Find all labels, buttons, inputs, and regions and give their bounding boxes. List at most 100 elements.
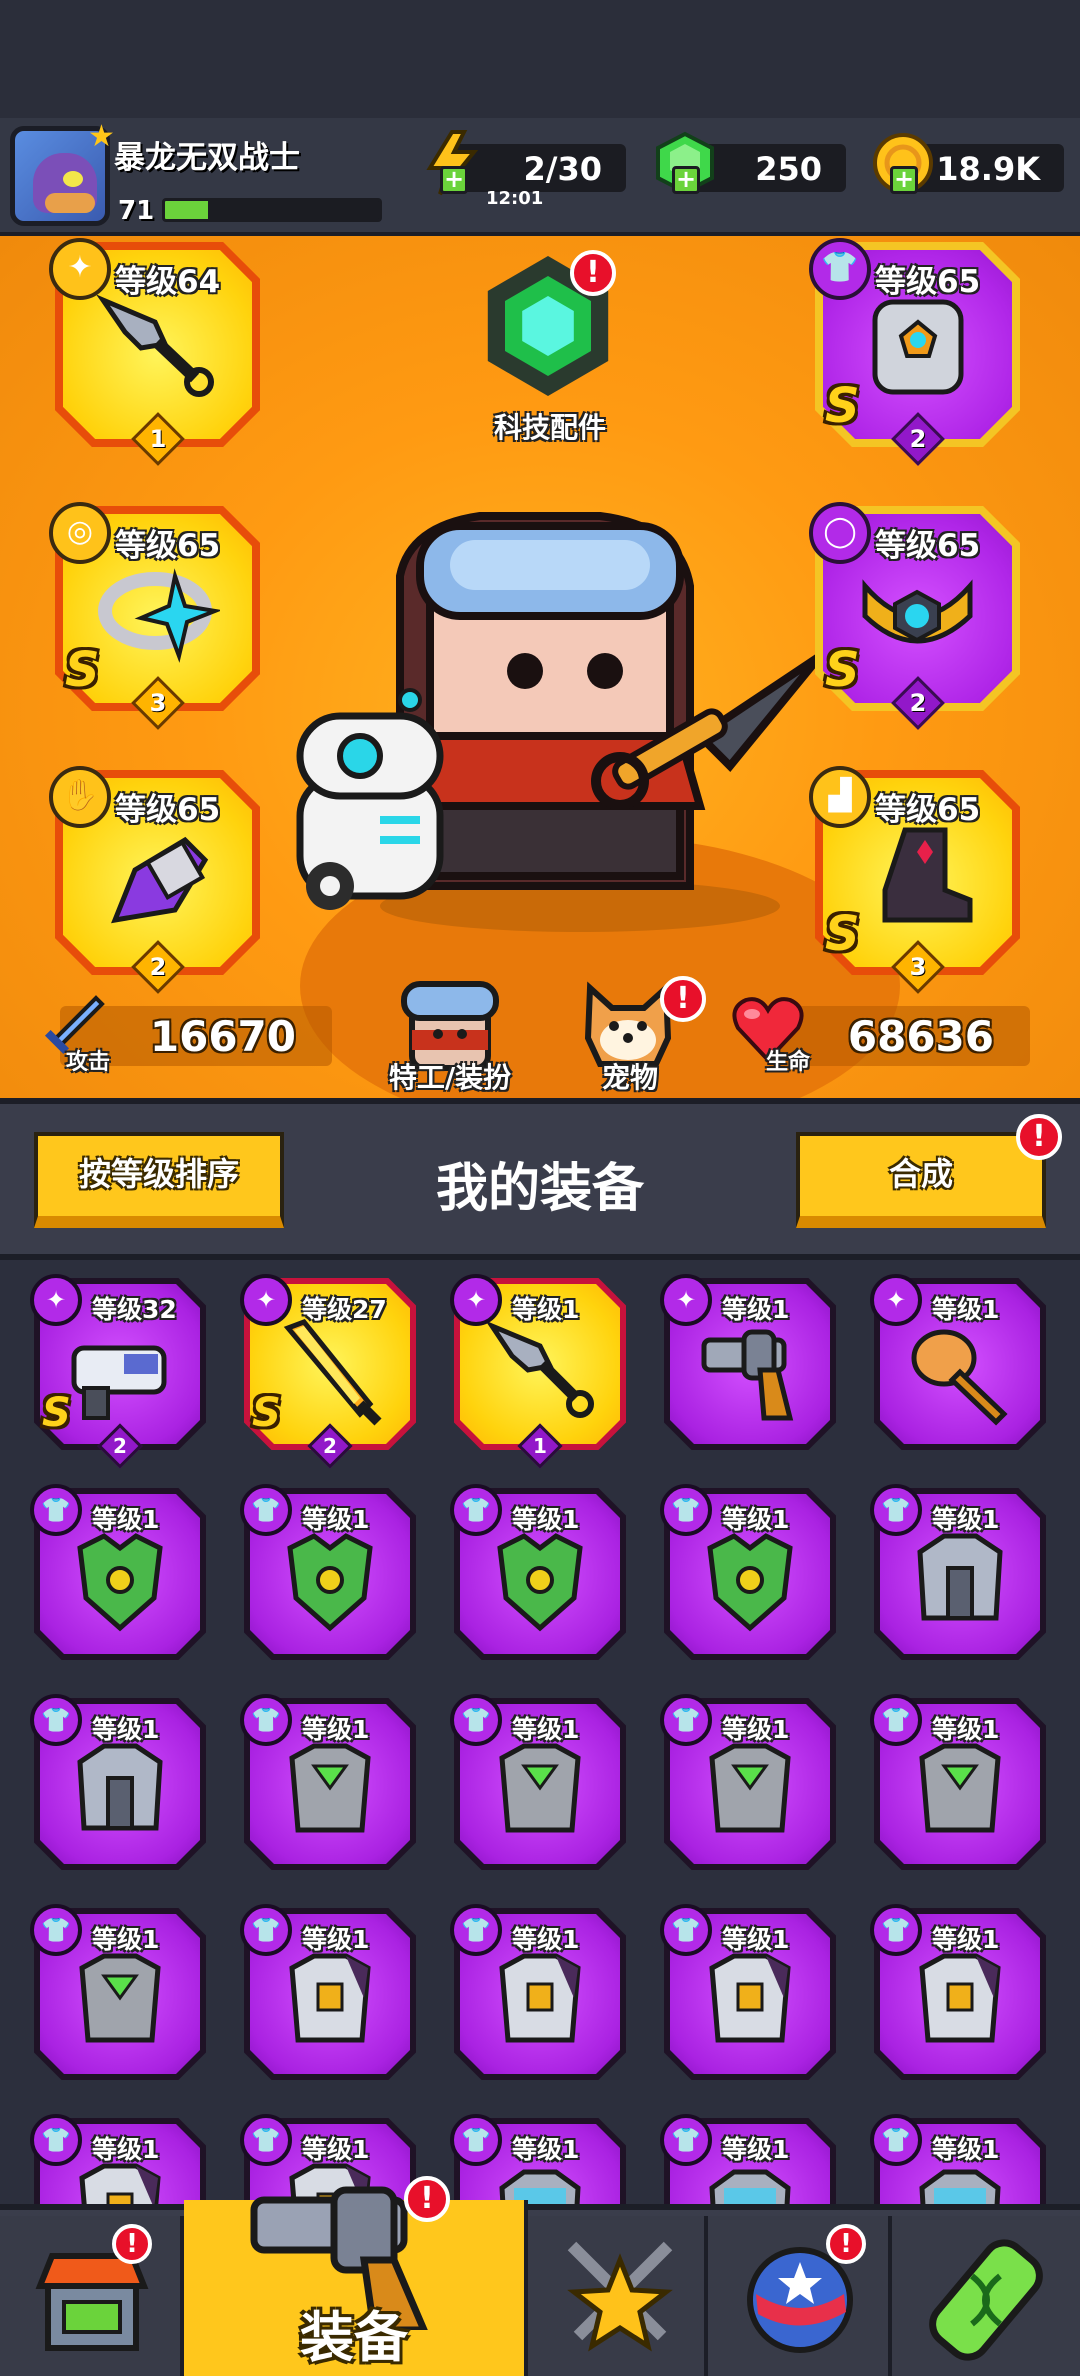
plate-armor-icon xyxy=(499,1953,581,2043)
inventory-item-level: 等级1 xyxy=(512,1925,580,1954)
equipped-ring-level: 等级65 xyxy=(115,528,221,564)
pet-label: 宠物 xyxy=(601,1061,658,1094)
coins-value: 18.9K xyxy=(936,150,1040,188)
inventory-grid: ✦ 等级32 S 2 ✦ 等级27 S 2 ✦ 等级1 1 ✦ 等级1 ✦ 等级1 👕 等级1 👕 等级1 👕 等级1 👕… xyxy=(0,1260,1080,2204)
energy-counter[interactable]: + 2/30 xyxy=(426,130,626,196)
hero-stage: ! 科技配件 ✦ 等级64 1 ◎ 等级65 S 3 ✋ 等级65 2 👕 等级… xyxy=(0,236,1080,1098)
sort-by-level-button[interactable]: 按等级排序 xyxy=(34,1132,284,1228)
inventory-item-level: 等级1 xyxy=(512,1505,580,1534)
xp-bar xyxy=(162,198,382,222)
robot-companion xyxy=(296,688,444,910)
gray-armor-icon xyxy=(499,1743,581,1833)
inventory-item-rarity: S xyxy=(42,1390,71,1436)
inventory-item[interactable]: ✦ 等级27 S 2 xyxy=(240,1274,416,1469)
inventory-item[interactable]: 👕 等级1 xyxy=(30,1694,206,1870)
inventory-item[interactable]: 👕 等级1 xyxy=(660,1904,836,2080)
armor-type-icon: 👕 xyxy=(660,1484,712,1536)
inventory-item-level: 等级1 xyxy=(722,2135,790,2164)
merge-alert-icon: ! xyxy=(1016,1114,1062,1160)
inventory-item-level: 等级32 xyxy=(92,1295,177,1324)
inventory-item-level: 等级1 xyxy=(92,1925,160,1954)
equipped-boots-rarity: S xyxy=(825,906,860,962)
inventory-item[interactable]: 👕 等级1 xyxy=(30,2114,206,2204)
inventory-item[interactable]: 👕 等级1 xyxy=(30,1484,206,1660)
armor-type-icon: 👕 xyxy=(660,1694,712,1746)
add-gems-icon[interactable]: + xyxy=(672,166,700,194)
add-coins-icon[interactable]: + xyxy=(890,166,918,194)
armor-type-icon: 👕 xyxy=(809,238,871,300)
weapon-type-icon: ✦ xyxy=(450,1274,502,1326)
belt-type-icon: ◯ xyxy=(809,502,871,564)
battle-star-icon xyxy=(567,2241,673,2352)
boots-icon xyxy=(882,827,973,923)
inventory-item[interactable]: 👕 等级1 xyxy=(660,2114,836,2204)
inventory-item-level: 等级1 xyxy=(302,2135,370,2164)
inventory-item[interactable]: 👕 等级1 xyxy=(240,1694,416,1870)
armor-type-icon: 👕 xyxy=(30,1484,82,1536)
equipped-belt-slot[interactable]: ◯ 等级65 S 2 xyxy=(809,502,1020,730)
nav-tab-battle[interactable] xyxy=(528,2216,708,2376)
star-badge-icon: ★ xyxy=(88,119,115,154)
glove-type-icon: ✋ xyxy=(49,766,111,828)
status-bar xyxy=(0,0,1080,118)
inventory-item-level: 等级1 xyxy=(722,1925,790,1954)
inventory-item[interactable]: 👕 等级1 xyxy=(870,2114,1046,2204)
weapon-type-icon: ✦ xyxy=(240,1274,292,1326)
green-armor-icon xyxy=(287,1533,373,1632)
armor-type-icon: 👕 xyxy=(450,1904,502,1956)
equipped-glove-slot[interactable]: ✋ 等级65 2 xyxy=(49,766,260,994)
green-armor-icon xyxy=(707,1533,793,1632)
inventory-item-level: 等级1 xyxy=(92,1715,160,1744)
planet-alert-icon: ! xyxy=(826,2224,866,2264)
green-armor-icon xyxy=(497,1533,583,1632)
steel-armor-icon xyxy=(77,1743,163,1831)
gems-counter[interactable]: + 250 xyxy=(656,131,846,195)
inventory-item[interactable]: 👕 等级1 xyxy=(450,1904,626,2080)
inventory-item-level: 等级1 xyxy=(932,2135,1000,2164)
inventory-item[interactable]: 👕 等级1 xyxy=(450,1484,626,1660)
ring-type-icon: ◎ xyxy=(49,502,111,564)
inventory-item-level: 等级1 xyxy=(932,1295,1000,1324)
inventory-item-level: 等级1 xyxy=(302,1925,370,1954)
inventory-item[interactable]: ✦ 等级1 xyxy=(870,1274,1046,1450)
player-level: 71 xyxy=(118,196,155,226)
inventory-item[interactable]: 👕 等级1 xyxy=(870,1484,1046,1660)
weapon-type-icon: ✦ xyxy=(870,1274,922,1326)
armor-icon xyxy=(872,299,964,395)
inventory-item[interactable]: 👕 等级1 xyxy=(450,1694,626,1870)
equipped-ring-slot[interactable]: ◎ 等级65 S 3 xyxy=(49,502,260,730)
flame-sword-icon xyxy=(283,1319,382,1426)
inventory-item[interactable]: ✦ 等级32 S 2 xyxy=(30,1274,206,1469)
inventory-item-level: 等级1 xyxy=(722,1505,790,1534)
kunai-icon xyxy=(485,1320,594,1418)
top-header: ★ 暴龙无双战士 71 + 2/30 12:01 + 250 + 18.9K xyxy=(0,118,1080,236)
inventory-item[interactable]: 👕 等级1 xyxy=(240,1904,416,2080)
inventory-item[interactable]: 👕 等级1 xyxy=(450,2114,626,2204)
inventory-item[interactable]: ✦ 等级1 xyxy=(660,1274,836,1450)
equipped-armor-slot[interactable]: 👕 等级65 S 2 xyxy=(809,238,1020,466)
nav-tab-gene[interactable] xyxy=(892,2216,1080,2376)
gene-capsule-icon xyxy=(929,2239,1043,2361)
equipped-ring-rarity: S xyxy=(65,642,100,698)
equipped-weapon-slot[interactable]: ✦ 等级64 1 xyxy=(49,238,260,466)
inventory-item[interactable]: 👕 等级1 xyxy=(870,1694,1046,1870)
glove-icon xyxy=(111,836,209,924)
armor-type-icon: 👕 xyxy=(660,1904,712,1956)
add-energy-icon[interactable]: + xyxy=(440,166,468,194)
inventory-item-level: 等级1 xyxy=(302,1505,370,1534)
tech-parts-label: 科技配件 xyxy=(493,411,606,444)
inventory-item[interactable]: 👕 等级1 xyxy=(870,1904,1046,2080)
inventory-item-level: 等级1 xyxy=(92,2135,160,2164)
nav-tab-shop[interactable] xyxy=(0,2216,184,2376)
merge-button[interactable]: 合成 xyxy=(796,1132,1046,1228)
inventory-item[interactable]: 👕 等级1 xyxy=(660,1484,836,1660)
armor-type-icon: 👕 xyxy=(240,1484,292,1536)
inventory-item[interactable]: ✦ 等级1 1 xyxy=(450,1274,626,1469)
nav-tab-equipment[interactable]: 装备 xyxy=(184,2186,528,2376)
equipped-boots-slot[interactable]: ▟ 等级65 S 3 xyxy=(809,766,1020,994)
coins-counter[interactable]: + 18.9K xyxy=(873,133,1064,194)
revolver-icon xyxy=(701,1329,794,1421)
inventory-item[interactable]: 👕 等级1 xyxy=(30,1904,206,2080)
inventory-item[interactable]: 👕 等级1 xyxy=(240,1484,416,1660)
inventory-item[interactable]: 👕 等级1 xyxy=(660,1694,836,1870)
